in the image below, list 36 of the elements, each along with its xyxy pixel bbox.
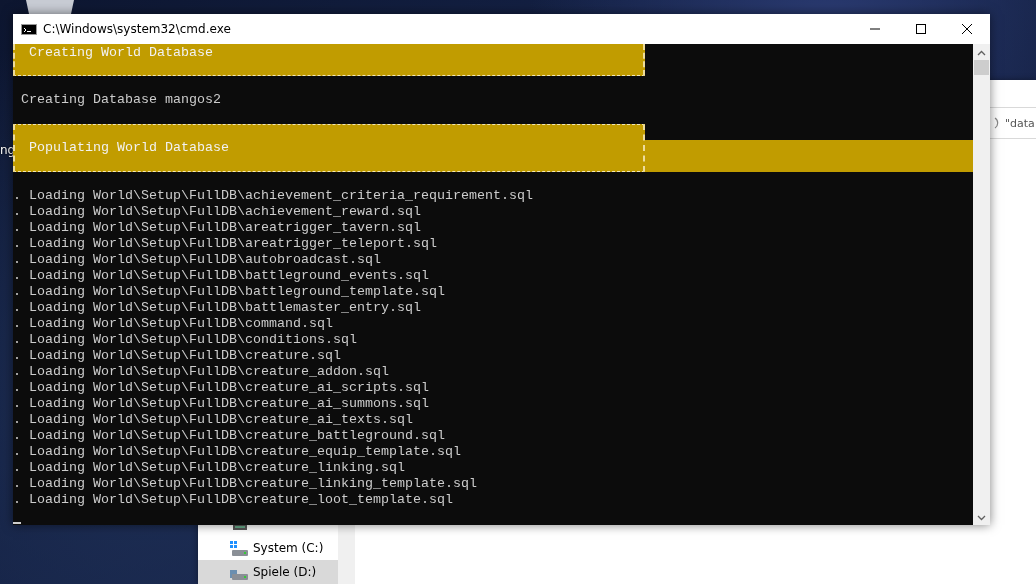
console-line: . Loading World\Setup\FullDB\creature_equip_template.sql (13, 444, 462, 460)
console-line: . Loading World\Setup\FullDB\creature_linking.sql (13, 460, 406, 476)
search-icon (993, 116, 1001, 130)
console-line: . Loading World\Setup\FullDB\achievement_criteria_requirement.sql (13, 188, 534, 204)
console-line: . Loading World\Setup\FullDB\creature_addon.sql (13, 364, 390, 380)
console-line: Creating Database mangos2 (21, 92, 222, 108)
drive-item[interactable]: System (C:) (198, 536, 338, 560)
console-line: . Loading World\Setup\FullDB\creature_battleground.sql (13, 428, 446, 444)
console-line: . Loading World\Setup\FullDB\achievement_reward.sql (13, 204, 422, 220)
console-line: . Loading World\Setup\FullDB\battleground_events.sql (13, 268, 430, 284)
console-line: . Loading World\Setup\FullDB\battleground_template.sql (13, 284, 446, 300)
text-cursor (13, 522, 21, 524)
drive-icon (232, 525, 248, 531)
console-line: . Loading World\Setup\FullDB\creature_ai_summons.sql (13, 396, 430, 412)
window-title: C:\Windows\system32\cmd.exe (43, 22, 231, 36)
console-line: . Loading World\Setup\FullDB\creature_ai_scripts.sql (13, 380, 430, 396)
console-line: . Loading World\Setup\FullDB\battlemaster_entry.sql (13, 300, 422, 316)
console-line: . Loading World\Setup\FullDB\creature_linking_template.sql (13, 476, 478, 492)
banner-text: Populating World Database (29, 140, 229, 156)
console-line: . Loading World\Setup\FullDB\areatrigger_tavern.sql (13, 220, 422, 236)
console-line: . Loading World\Setup\FullDB\creature.sql (13, 348, 342, 364)
windows-drive-icon (230, 540, 248, 556)
console-line: . Loading World\Setup\FullDB\creature_loot_template.sql (13, 492, 454, 508)
maximize-icon (916, 24, 926, 34)
scrollbar-thumb[interactable] (974, 60, 989, 75)
console-line: . Loading World\Setup\FullDB\autobroadcast.sql (13, 252, 382, 268)
scrollbar[interactable] (973, 44, 990, 525)
drive-item[interactable]: Spiele (D:) (198, 560, 338, 584)
console-icon (21, 23, 37, 35)
console-line: . Loading World\Setup\FullDB\conditions.sql (13, 332, 358, 348)
scrollbar[interactable] (338, 525, 355, 584)
console-line: . Loading World\Setup\FullDB\command.sql (13, 316, 334, 332)
close-icon (962, 24, 972, 34)
console-line: . Loading World\Setup\FullDB\areatrigger_teleport.sql (13, 236, 438, 252)
banner-text: Creating World Database (29, 45, 213, 61)
console-line: . Loading World\Setup\FullDB\creature_ai_texts.sql (13, 412, 414, 428)
